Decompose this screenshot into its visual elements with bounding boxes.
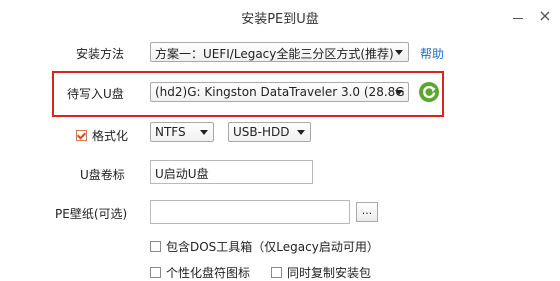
install-method-value: 方案一：UEFI/Legacy全能三分区方式(推荐) (155, 47, 394, 61)
filesystem-select[interactable]: NTFS (150, 122, 214, 142)
boot-mode-select[interactable]: USB-HDD (228, 122, 311, 142)
chevron-down-icon (200, 130, 208, 135)
target-drive-select[interactable]: (hd2)G: Kingston DataTraveler 3.0 (28.8G (150, 82, 409, 102)
close-icon[interactable]: × (535, 6, 555, 26)
volume-label-value: U启动U盘 (155, 167, 209, 181)
target-drive-label: 待写入U盘 (67, 87, 124, 101)
wallpaper-label: PE壁纸(可选) (55, 207, 128, 221)
browse-button[interactable]: ... (356, 202, 378, 222)
format-checkbox[interactable] (76, 130, 87, 141)
minimize-icon[interactable] (508, 6, 528, 26)
chevron-down-icon (395, 50, 403, 55)
filesystem-value: NTFS (155, 125, 186, 139)
include-dos-label: 包含DOS工具箱（仅Legacy启动可用） (166, 240, 379, 254)
include-dos-checkbox[interactable] (150, 241, 161, 252)
personalize-icons-row[interactable]: 个性化盘符图标 (150, 264, 250, 281)
format-label: 格式化 (92, 129, 129, 143)
personalize-icons-label: 个性化盘符图标 (166, 266, 251, 280)
boot-mode-value: USB-HDD (233, 125, 290, 139)
wallpaper-input[interactable] (150, 200, 350, 224)
copy-installer-checkbox[interactable] (271, 267, 282, 278)
help-link[interactable]: 帮助 (420, 45, 444, 62)
copy-installer-row[interactable]: 同时复制安装包 (271, 264, 371, 281)
copy-installer-label: 同时复制安装包 (287, 266, 372, 280)
title-bar: 安装PE到U盘 × (0, 0, 560, 32)
window-title: 安装PE到U盘 (241, 12, 319, 27)
include-dos-row[interactable]: 包含DOS工具箱（仅Legacy启动可用） (150, 238, 379, 255)
volume-label-label: U盘卷标 (80, 168, 125, 182)
install-method-label: 安装方法 (76, 47, 125, 61)
install-method-select[interactable]: 方案一：UEFI/Legacy全能三分区方式(推荐) (150, 42, 409, 62)
target-drive-value: (hd2)G: Kingston DataTraveler 3.0 (28.8G (155, 85, 405, 99)
personalize-icons-checkbox[interactable] (150, 267, 161, 278)
volume-label-input[interactable]: U启动U盘 (150, 160, 313, 184)
refresh-icon[interactable] (418, 81, 440, 103)
chevron-down-icon (395, 90, 403, 95)
chevron-down-icon (297, 130, 305, 135)
format-checkbox-row[interactable]: 格式化 (76, 127, 128, 144)
